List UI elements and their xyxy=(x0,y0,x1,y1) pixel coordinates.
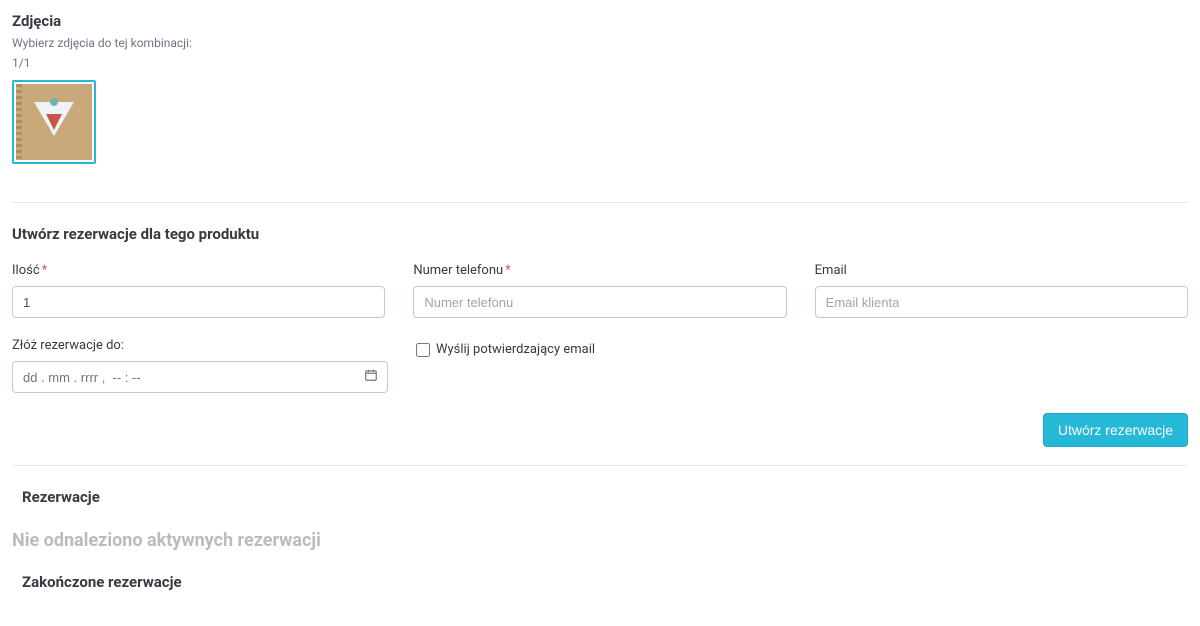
send-email-label: Wyślij potwierdzający email xyxy=(436,342,595,357)
quantity-input[interactable] xyxy=(12,286,385,318)
reservations-empty: Nie odnaleziono aktywnych rezerwacji xyxy=(12,530,1188,551)
divider xyxy=(12,465,1188,466)
email-input[interactable] xyxy=(815,286,1188,318)
email-label: Email xyxy=(815,263,1188,278)
photos-section: Zdjęcia Wybierz zdjęcia do tej kombinacj… xyxy=(12,12,1188,188)
divider xyxy=(12,202,1188,203)
phone-label-text: Numer telefonu xyxy=(413,263,503,278)
date-label: Złóż rezerwacje do: xyxy=(12,338,388,353)
phone-label: Numer telefonu* xyxy=(413,263,786,278)
photos-counter: 1/1 xyxy=(12,56,1188,70)
quantity-label-text: Ilość xyxy=(12,263,40,278)
date-input[interactable] xyxy=(12,361,388,393)
reservations-section: Rezerwacje Nie odnaleziono aktywnych rez… xyxy=(12,488,1188,591)
notebook-image xyxy=(16,84,92,160)
reservation-form-title: Utwórz rezerwacje dla tego produktu xyxy=(12,225,1188,243)
photos-helper: Wybierz zdjęcia do tej kombinacji: xyxy=(12,36,1188,50)
photo-thumbnail[interactable] xyxy=(12,80,96,164)
reservations-title: Rezerwacje xyxy=(22,488,1188,506)
quantity-label: Ilość* xyxy=(12,263,385,278)
send-email-checkbox-row[interactable]: Wyślij potwierdzający email xyxy=(416,342,788,357)
photos-title: Zdjęcia xyxy=(12,12,1188,30)
phone-input[interactable] xyxy=(413,286,786,318)
required-ast: * xyxy=(42,263,48,278)
reservation-form-section: Utwórz rezerwacje dla tego produktu Iloś… xyxy=(12,225,1188,447)
send-email-checkbox[interactable] xyxy=(416,343,430,357)
required-ast: * xyxy=(505,263,511,278)
completed-reservations-title: Zakończone rezerwacje xyxy=(22,573,1188,591)
create-reservation-button[interactable]: Utwórz rezerwacje xyxy=(1043,413,1188,447)
